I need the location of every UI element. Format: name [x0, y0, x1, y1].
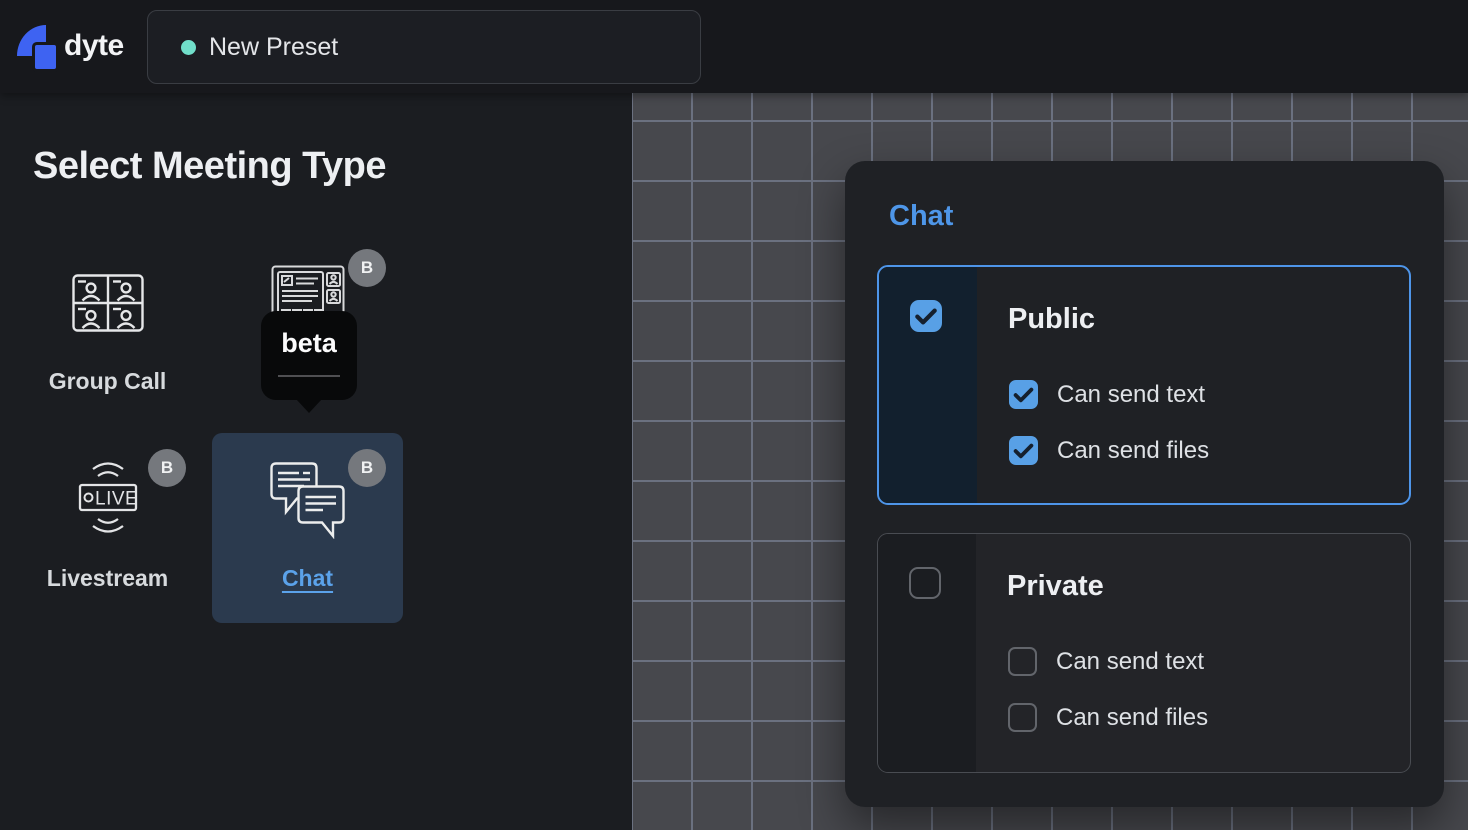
- dyte-logo-icon: [14, 22, 60, 70]
- public-checkbox[interactable]: [910, 300, 942, 332]
- builder-canvas[interactable]: Chat Public Can send text Can send files…: [632, 93, 1468, 830]
- dyte-logo: dyte: [14, 22, 134, 72]
- card-title: Chat: [889, 200, 953, 233]
- chat-config-card: Chat Public Can send text Can send files…: [845, 161, 1444, 807]
- tile-label-group-call: Group Call: [12, 368, 203, 395]
- beta-badge: B: [348, 249, 386, 287]
- public-can-send-text-checkbox[interactable]: [1009, 380, 1038, 409]
- brand-name: dyte: [64, 29, 124, 63]
- tile-livestream[interactable]: LIVE B Livestream: [12, 433, 203, 623]
- option-label: Can send files: [1057, 437, 1209, 465]
- tile-label-livestream: Livestream: [12, 565, 203, 592]
- private-can-send-text-checkbox[interactable]: [1008, 647, 1037, 676]
- top-bar: dyte New Preset: [0, 0, 1468, 93]
- option-label: Can send text: [1057, 381, 1205, 409]
- tile-group-call[interactable]: Group Call: [12, 238, 203, 428]
- section-title-public: Public: [1008, 303, 1095, 336]
- meeting-type-panel: Select Meeting Type Group Call: [0, 93, 632, 830]
- preset-name-input[interactable]: New Preset: [147, 10, 701, 84]
- group-call-icon: [72, 274, 144, 332]
- section-public: Public Can send text Can send files: [877, 265, 1411, 505]
- option-label: Can send text: [1056, 648, 1204, 676]
- private-checkbox[interactable]: [909, 567, 941, 599]
- status-dot-icon: [181, 40, 196, 55]
- section-title-private: Private: [1007, 570, 1104, 603]
- live-icon-text: LIVE: [95, 489, 138, 510]
- livestream-icon: LIVE: [75, 459, 141, 537]
- private-can-send-files-checkbox[interactable]: [1008, 703, 1037, 732]
- beta-badge: B: [348, 449, 386, 487]
- public-can-send-files-checkbox[interactable]: [1009, 436, 1038, 465]
- page-title: Select Meeting Type: [33, 145, 386, 188]
- tile-label-chat[interactable]: Chat: [212, 565, 403, 592]
- beta-tooltip: beta: [261, 311, 357, 400]
- option-label: Can send files: [1056, 704, 1208, 732]
- beta-badge: B: [148, 449, 186, 487]
- beta-tooltip-text: beta: [261, 328, 357, 359]
- tooltip-divider: [278, 375, 340, 377]
- chat-icon: [269, 461, 347, 539]
- tile-chat[interactable]: B Chat: [212, 433, 403, 623]
- section-private: Private Can send text Can send files: [877, 533, 1411, 773]
- preset-name-value: New Preset: [209, 33, 338, 62]
